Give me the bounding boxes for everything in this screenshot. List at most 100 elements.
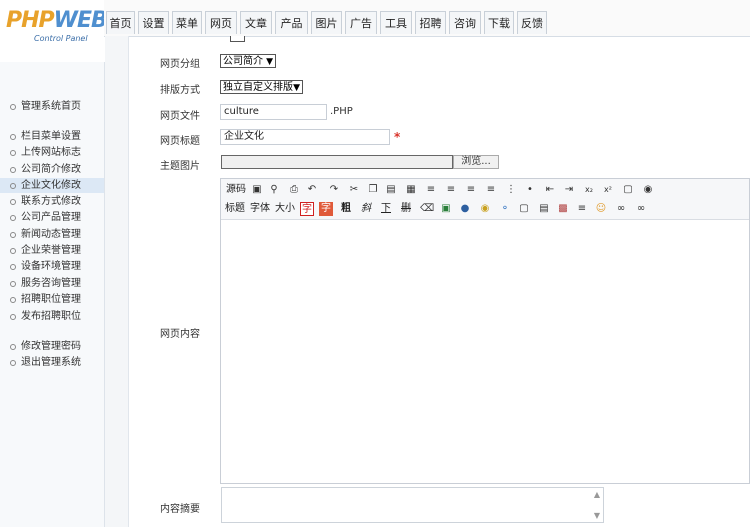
justify-icon[interactable]: ≡: [485, 184, 497, 196]
sidebar-item-label: 企业文化修改: [21, 180, 81, 191]
sidebar-item-logout[interactable]: 退出管理系统: [0, 355, 104, 370]
erase-icon[interactable]: ⌫: [420, 203, 434, 215]
bullet-icon: [10, 297, 16, 303]
sidebar-item-admin-home[interactable]: 管理系统首页: [0, 99, 104, 114]
sidebar-item-label: 联系方式修改: [21, 196, 81, 207]
heading-button[interactable]: 标题: [225, 202, 245, 216]
tab-consult[interactable]: 咨询: [449, 11, 481, 34]
sidebar-item-equipment[interactable]: 设备环境管理: [0, 259, 104, 274]
italic-button[interactable]: 斜: [359, 202, 373, 216]
brand-logo: PHPWEB: [6, 8, 108, 33]
scroll-up-icon[interactable]: ▲: [594, 490, 600, 499]
sort-select[interactable]: 独立自定义排版 ▼: [220, 80, 303, 94]
group-select[interactable]: 公司简介 ▼: [220, 54, 276, 68]
sidebar-item-service[interactable]: 服务咨询管理: [0, 276, 104, 291]
about-icon[interactable]: ◉: [642, 184, 654, 196]
underline-button[interactable]: 下: [379, 202, 393, 216]
scroll-down-icon[interactable]: ▼: [594, 511, 600, 520]
sidebar-item-news[interactable]: 新闻动态管理: [0, 227, 104, 242]
source-button[interactable]: 源码: [225, 183, 247, 197]
file-name-input[interactable]: culture: [220, 104, 327, 120]
bg-color-button[interactable]: 字: [319, 202, 333, 216]
chevron-down-icon: ▼: [293, 83, 300, 93]
size-button[interactable]: 大小: [275, 202, 295, 216]
sidebar-item-upload-logo[interactable]: 上传网站标志: [0, 145, 104, 160]
sidebar-item-corporate-culture[interactable]: 企业文化修改: [0, 178, 104, 193]
flash-icon[interactable]: ●: [459, 203, 471, 215]
copy-icon[interactable]: ❐: [367, 184, 379, 196]
indent-icon[interactable]: ⇥: [563, 184, 575, 196]
chevron-down-icon: ▼: [266, 57, 273, 67]
tab-feedback[interactable]: 反馈: [517, 11, 547, 34]
sort-select-value: 独立自定义排版: [223, 82, 293, 93]
superscript-icon[interactable]: x²: [602, 184, 614, 196]
sidebar-item-post-job[interactable]: 发布招聘职位: [0, 309, 104, 324]
bullet-icon: [10, 134, 16, 140]
subscript-icon[interactable]: x₂: [583, 184, 595, 196]
sidebar-item-label: 公司简介修改: [21, 164, 81, 175]
print-icon[interactable]: ⎙: [288, 184, 300, 196]
font-button[interactable]: 字体: [250, 202, 270, 216]
sidebar-item-label: 新闻动态管理: [21, 229, 81, 240]
bold-button[interactable]: 粗: [339, 202, 353, 216]
summary-textarea[interactable]: ▲ ▼: [221, 487, 604, 523]
frame-icon[interactable]: ▤: [538, 203, 550, 215]
sidebar-item-company-intro[interactable]: 公司简介修改: [0, 162, 104, 177]
strike-button[interactable]: 删: [399, 202, 413, 216]
tab-ads[interactable]: 广告: [345, 11, 377, 34]
bullet-icon: [10, 232, 16, 238]
sidebar-item-jobs[interactable]: 招聘职位管理: [0, 292, 104, 307]
find-icon[interactable]: ⚲: [268, 184, 280, 196]
image-icon[interactable]: ▣: [440, 203, 452, 215]
select-all-icon[interactable]: ▢: [518, 203, 530, 215]
ordered-list-icon[interactable]: ⋮: [505, 184, 517, 196]
paste-icon[interactable]: ▤: [385, 184, 397, 196]
sidebar-item-honors[interactable]: 企业荣誉管理: [0, 243, 104, 258]
align-left-icon[interactable]: ≡: [425, 184, 437, 196]
tab-articles[interactable]: 文章: [240, 11, 272, 34]
sidebar-item-menu-settings[interactable]: 栏目菜单设置: [0, 129, 104, 144]
preview-icon[interactable]: ▣: [251, 184, 263, 196]
rich-text-editor[interactable]: 源码 ▣ ⚲ ⎙ ↶ ↷ ✂ ❐ ▤ ▦ ≡ ≡ ≡ ≡ ⋮ • ⇤ ⇥ x₂ …: [220, 178, 750, 484]
tab-products[interactable]: 产品: [275, 11, 308, 34]
image-file-field[interactable]: [221, 155, 453, 169]
tab-images[interactable]: 图片: [311, 11, 342, 34]
media-icon[interactable]: ◉: [479, 203, 491, 215]
sidebar-item-change-password[interactable]: 修改管理密码: [0, 339, 104, 354]
group-label: 网页分组: [160, 59, 200, 70]
tab-tools[interactable]: 工具: [380, 11, 412, 34]
unordered-list-icon[interactable]: •: [524, 184, 536, 196]
title-input[interactable]: 企业文化: [220, 129, 390, 145]
tab-settings[interactable]: 设置: [138, 11, 169, 34]
tab-menu[interactable]: 菜单: [172, 11, 202, 34]
tab-download[interactable]: 下载: [484, 11, 514, 34]
browse-button[interactable]: 浏览...: [453, 155, 499, 169]
redo-icon[interactable]: ↷: [328, 184, 340, 196]
cut-icon[interactable]: ✂: [348, 184, 360, 196]
emoticon-icon[interactable]: ☺: [595, 203, 607, 215]
tab-home[interactable]: 首页: [106, 11, 135, 34]
sidebar-item-products[interactable]: 公司产品管理: [0, 210, 104, 225]
top-nav: 首页 设置 菜单 网页 文章 产品 图片 广告 工具 招聘 咨询 下载 反馈: [104, 0, 750, 37]
sidebar-item-label: 发布招聘职位: [21, 311, 81, 322]
tab-pages[interactable]: 网页: [205, 11, 237, 34]
align-center-icon[interactable]: ≡: [445, 184, 457, 196]
sidebar-item-label: 设备环境管理: [21, 261, 81, 272]
table-icon[interactable]: ▦: [405, 184, 417, 196]
brand-php: PHP: [6, 8, 55, 33]
paste-word-icon[interactable]: ▢: [622, 184, 634, 196]
layer-icon[interactable]: ▩: [557, 203, 569, 215]
font-color-button[interactable]: 字: [300, 202, 314, 216]
outdent-icon[interactable]: ⇤: [544, 184, 556, 196]
hidden-field[interactable]: [230, 36, 245, 42]
hr-icon[interactable]: ≡: [576, 203, 588, 215]
undo-icon[interactable]: ↶: [306, 184, 318, 196]
link-icon[interactable]: ∞: [615, 203, 627, 215]
tab-jobs[interactable]: 招聘: [415, 11, 446, 34]
sidebar-item-label: 企业荣誉管理: [21, 245, 81, 256]
comment-icon[interactable]: ⚬: [499, 203, 511, 215]
sidebar-item-label: 修改管理密码: [21, 341, 81, 352]
align-right-icon[interactable]: ≡: [465, 184, 477, 196]
sidebar-item-contact[interactable]: 联系方式修改: [0, 194, 104, 209]
unlink-icon[interactable]: ∞: [635, 203, 647, 215]
